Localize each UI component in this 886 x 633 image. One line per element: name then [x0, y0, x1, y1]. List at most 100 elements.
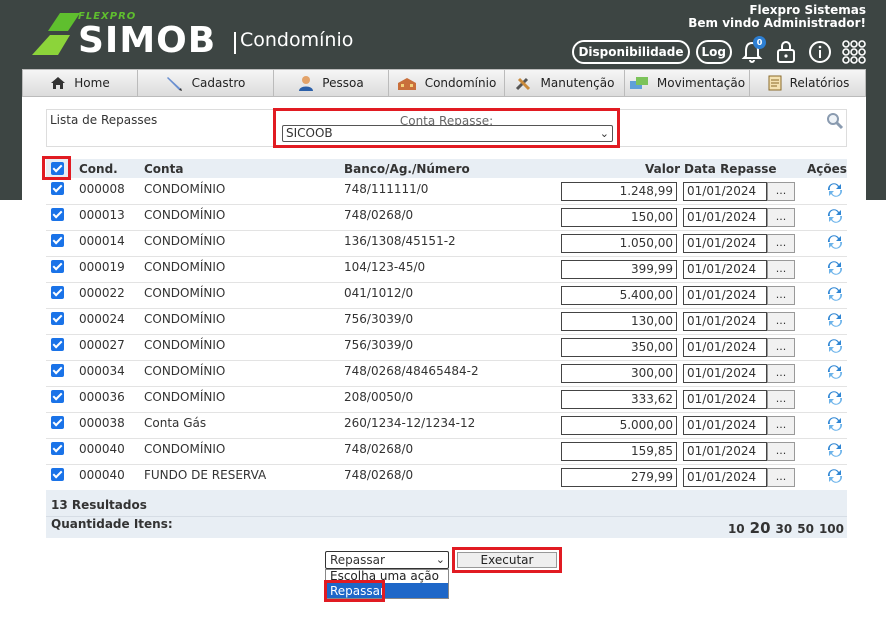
row-refresh-icon[interactable] [826, 338, 844, 357]
row-checkbox[interactable] [51, 338, 64, 351]
apps-grid-icon[interactable] [840, 38, 868, 66]
row-date-picker-button[interactable]: ... [767, 364, 795, 383]
row-refresh-icon[interactable] [826, 390, 844, 409]
row-date-input[interactable]: 01/01/2024 [683, 338, 767, 357]
row-date-input[interactable]: 01/01/2024 [683, 234, 767, 253]
row-date-input[interactable]: 01/01/2024 [683, 286, 767, 305]
notification-bell-icon[interactable]: 0 [738, 36, 766, 66]
row-checkbox[interactable] [51, 182, 64, 195]
nav-item-relatorios[interactable]: Relatórios [750, 70, 867, 96]
row-date-picker-button[interactable]: ... [767, 390, 795, 409]
page-size-100[interactable]: 100 [819, 522, 844, 536]
row-valor-input[interactable]: 130,00 [561, 312, 677, 331]
row-date-input[interactable]: 01/01/2024 [683, 208, 767, 227]
row-refresh-icon[interactable] [826, 312, 844, 331]
execute-button[interactable]: Executar [457, 552, 557, 568]
nav-label-manutencao: Manutenção [540, 76, 615, 90]
row-date-input[interactable]: 01/01/2024 [683, 260, 767, 279]
nav-item-manutencao[interactable]: Manutenção [505, 70, 625, 96]
row-date-input[interactable]: 01/01/2024 [683, 390, 767, 409]
row-conta: CONDOMÍNIO [144, 182, 226, 196]
row-refresh-icon[interactable] [826, 234, 844, 253]
search-icon[interactable] [826, 112, 844, 133]
row-valor-input[interactable]: 159,85 [561, 442, 677, 461]
row-checkbox[interactable] [51, 364, 64, 377]
row-refresh-icon[interactable] [826, 468, 844, 487]
row-date-picker-button[interactable]: ... [767, 442, 795, 461]
row-valor-input[interactable]: 399,99 [561, 260, 677, 279]
nav-item-pessoa[interactable]: Pessoa [274, 70, 389, 96]
select-all-checkbox[interactable] [51, 162, 64, 175]
row-checkbox[interactable] [51, 442, 64, 455]
nav-item-cadastro[interactable]: Cadastro [138, 70, 274, 96]
row-refresh-icon[interactable] [826, 286, 844, 305]
lock-icon[interactable] [772, 38, 800, 66]
row-date-picker-button[interactable]: ... [767, 208, 795, 227]
row-valor-input[interactable]: 1.050,00 [561, 234, 677, 253]
home-icon [51, 77, 66, 89]
log-button[interactable]: Log [695, 40, 732, 64]
row-valor-input[interactable]: 300,00 [561, 364, 677, 383]
row-checkbox[interactable] [51, 390, 64, 403]
row-refresh-icon[interactable] [826, 182, 844, 201]
row-valor-input[interactable]: 150,00 [561, 208, 677, 227]
page-size-20[interactable]: 20 [750, 519, 771, 537]
row-valor-input[interactable]: 5.000,00 [561, 416, 677, 435]
row-banco: 748/0268/0 [344, 208, 414, 222]
page-size-50[interactable]: 50 [797, 522, 814, 536]
row-date-picker-button[interactable]: ... [767, 260, 795, 279]
action-select[interactable]: Repassar ⌄ [325, 551, 449, 569]
account-select[interactable]: SICOOB ⌄ [282, 125, 613, 142]
row-banco: 748/0268/0 [344, 442, 414, 456]
table-row: 000019 CONDOMÍNIO 104/123-45/0 399,99 01/01/… [46, 257, 847, 283]
info-icon[interactable] [806, 38, 834, 66]
row-checkbox[interactable] [51, 234, 64, 247]
row-date-picker-button[interactable]: ... [767, 182, 795, 201]
header-acoes: Ações [807, 162, 847, 176]
row-cond: 000038 [79, 416, 125, 430]
row-refresh-icon[interactable] [826, 208, 844, 227]
row-date-input[interactable]: 01/01/2024 [683, 468, 767, 487]
row-date-input[interactable]: 01/01/2024 [683, 312, 767, 331]
page-size-10[interactable]: 10 [728, 522, 745, 536]
row-checkbox[interactable] [51, 416, 64, 429]
row-cond: 000024 [79, 312, 125, 326]
row-conta: CONDOMÍNIO [144, 364, 226, 378]
row-checkbox[interactable] [51, 260, 64, 273]
table-row: 000008 CONDOMÍNIO 748/111111/0 1.248,99 01/0… [46, 179, 847, 205]
row-refresh-icon[interactable] [826, 364, 844, 383]
row-valor-input[interactable]: 1.248,99 [561, 182, 677, 201]
report-icon [768, 75, 782, 91]
availability-button[interactable]: Disponibilidade [572, 40, 690, 64]
row-cond: 000008 [79, 182, 125, 196]
row-refresh-icon[interactable] [826, 442, 844, 461]
row-refresh-icon[interactable] [826, 260, 844, 279]
row-checkbox[interactable] [51, 312, 64, 325]
nav-item-home[interactable]: Home [23, 70, 138, 96]
row-refresh-icon[interactable] [826, 416, 844, 435]
page-size-30[interactable]: 30 [776, 522, 793, 536]
nav-item-condominio[interactable]: Condomínio [389, 70, 505, 96]
row-date-picker-button[interactable]: ... [767, 416, 795, 435]
row-date-input[interactable]: 01/01/2024 [683, 442, 767, 461]
row-valor-input[interactable]: 350,00 [561, 338, 677, 357]
row-date-input[interactable]: 01/01/2024 [683, 416, 767, 435]
row-date-picker-button[interactable]: ... [767, 234, 795, 253]
row-date-picker-button[interactable]: ... [767, 286, 795, 305]
row-valor-input[interactable]: 333,62 [561, 390, 677, 409]
row-date-picker-button[interactable]: ... [767, 338, 795, 357]
row-checkbox[interactable] [51, 468, 64, 481]
row-date-picker-button[interactable]: ... [767, 468, 795, 487]
row-date-input[interactable]: 01/01/2024 [683, 364, 767, 383]
row-date-input[interactable]: 01/01/2024 [683, 182, 767, 201]
row-valor-input[interactable]: 279,99 [561, 468, 677, 487]
notification-badge: 0 [753, 36, 766, 49]
nav-item-movimentacao[interactable]: Movimentação [625, 70, 750, 96]
table-row: 000040 FUNDO DE RESERVA 748/0268/0 279,99 01… [46, 465, 847, 491]
row-checkbox[interactable] [51, 286, 64, 299]
row-date-picker-button[interactable]: ... [767, 312, 795, 331]
company-info: Flexpro Sistemas Bem vindo Administrador… [688, 4, 866, 30]
row-checkbox[interactable] [51, 208, 64, 221]
repassar-highlight [324, 580, 385, 602]
row-valor-input[interactable]: 5.400,00 [561, 286, 677, 305]
